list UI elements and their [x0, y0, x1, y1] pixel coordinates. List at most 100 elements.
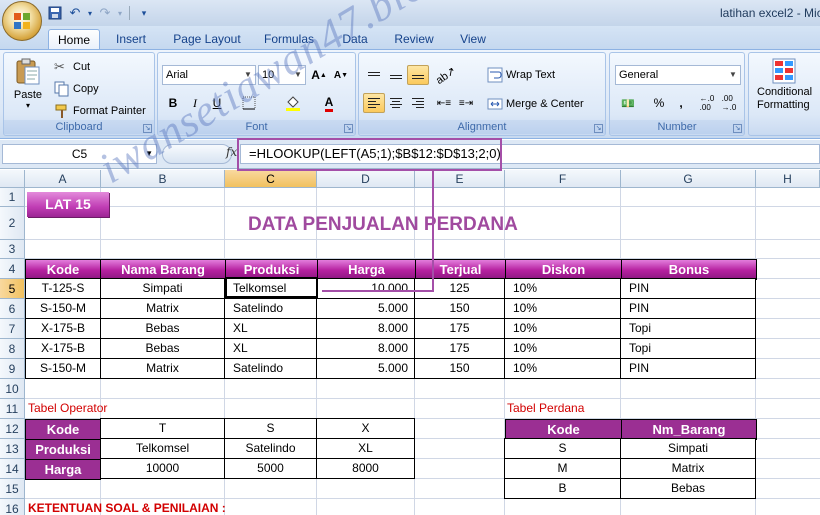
column-header-b[interactable]: B [101, 170, 225, 188]
cut-button[interactable]: ✂ Cut [54, 59, 90, 75]
office-button[interactable] [2, 1, 42, 41]
decrease-indent-button[interactable]: ⇤≡ [433, 93, 455, 113]
main-cell-r9-b[interactable]: Matrix [100, 358, 225, 379]
row-header-12[interactable]: 12 [0, 419, 25, 439]
undo-icon[interactable]: ↶ [66, 4, 84, 22]
align-center-button[interactable] [385, 93, 407, 113]
customize-qat-icon[interactable]: ▾ [135, 4, 153, 22]
row-header-1[interactable]: 1 [0, 188, 25, 207]
row-header-11[interactable]: 11 [0, 399, 25, 419]
font-color-button[interactable]: A [318, 93, 340, 113]
operator-cell-r14-d[interactable]: 8000 [316, 458, 415, 479]
row-header-7[interactable]: 7 [0, 319, 25, 339]
main-cell-r8-f[interactable]: 10% [504, 338, 621, 359]
increase-indent-button[interactable]: ≡⇥ [455, 93, 477, 113]
perdana-cell-r13-g[interactable]: Simpati [620, 438, 756, 459]
percent-style-button[interactable]: % [648, 93, 670, 113]
main-cell-r8-b[interactable]: Bebas [100, 338, 225, 359]
row-header-14[interactable]: 14 [0, 459, 25, 479]
wrap-text-button[interactable]: Wrap Text [487, 67, 555, 83]
bold-button[interactable]: B [162, 93, 184, 113]
font-family-select[interactable]: Arial ▼ [162, 65, 256, 85]
main-cell-r7-f[interactable]: 10% [504, 318, 621, 339]
main-cell-r9-a[interactable]: S-150-M [25, 358, 101, 379]
main-cell-r9-g[interactable]: PIN [620, 358, 756, 379]
tab-formulas[interactable]: Formulas [258, 29, 320, 49]
main-cell-r9-e[interactable]: 150 [414, 358, 505, 379]
row-header-4[interactable]: 4 [0, 259, 25, 279]
perdana-cell-r15-f[interactable]: B [504, 478, 621, 499]
save-icon[interactable] [46, 4, 64, 22]
main-cell-r7-e[interactable]: 175 [414, 318, 505, 339]
tab-insert[interactable]: Insert [108, 29, 154, 49]
tab-review[interactable]: Review [388, 29, 440, 49]
merge-center-button[interactable]: Merge & Center [487, 96, 584, 112]
conditional-formatting-button[interactable]: Conditional Formatting [757, 57, 812, 111]
paste-button[interactable]: Paste ▾ [10, 57, 46, 110]
paste-dropdown-icon[interactable]: ▾ [26, 102, 30, 110]
font-size-select[interactable]: 10 ▼ [258, 65, 306, 85]
align-right-button[interactable] [407, 93, 429, 113]
fill-color-button[interactable] [282, 93, 304, 113]
copy-button[interactable]: Copy [54, 81, 99, 97]
perdana-cell-r15-g[interactable]: Bebas [620, 478, 756, 499]
main-cell-r7-g[interactable]: Topi [620, 318, 756, 339]
worksheet-grid[interactable]: A B C D E F G H 1 2 3 4 5 6 7 8 9 10 11 12 13 14 15 16 … [0, 170, 820, 515]
align-middle-button[interactable] [385, 65, 407, 85]
column-header-h[interactable]: H [756, 170, 820, 188]
row-header-13[interactable]: 13 [0, 439, 25, 459]
main-cell-r9-f[interactable]: 10% [504, 358, 621, 379]
select-all-corner[interactable] [0, 170, 25, 188]
main-cell-r5-f[interactable]: 10% [504, 278, 621, 299]
main-cell-r6-g[interactable]: PIN [620, 298, 756, 319]
main-cell-r8-d[interactable]: 8.000 [316, 338, 415, 359]
row-header-2[interactable]: 2 [0, 207, 25, 240]
clipboard-launcher-icon[interactable]: ↘ [143, 124, 152, 133]
redo-icon[interactable]: ↷ [96, 4, 114, 22]
tab-home[interactable]: Home [48, 29, 100, 49]
borders-button[interactable] [238, 93, 260, 113]
format-painter-button[interactable]: Format Painter [54, 103, 146, 119]
operator-cell-r13-d[interactable]: XL [316, 438, 415, 459]
main-cell-r7-c[interactable]: XL [224, 318, 317, 339]
grow-font-button[interactable]: A ▲ [308, 65, 330, 85]
column-header-g[interactable]: G [621, 170, 756, 188]
operator-cell-r14-b[interactable]: 10000 [100, 458, 225, 479]
decrease-decimal-button[interactable]: .00 →.0 [718, 93, 740, 113]
align-left-button[interactable] [363, 93, 385, 113]
perdana-cell-r14-g[interactable]: Matrix [620, 458, 756, 479]
shrink-font-button[interactable]: A ▼ [330, 65, 352, 85]
number-format-select[interactable]: General ▼ [615, 65, 741, 85]
main-cell-r9-c[interactable]: Satelindo [224, 358, 317, 379]
main-cell-r6-a[interactable]: S-150-M [25, 298, 101, 319]
tab-data[interactable]: Data [334, 29, 376, 49]
row-header-9[interactable]: 9 [0, 359, 25, 379]
column-header-a[interactable]: A [25, 170, 101, 188]
main-cell-r8-c[interactable]: XL [224, 338, 317, 359]
redo-dropdown-icon[interactable]: ▾ [116, 4, 124, 22]
alignment-launcher-icon[interactable]: ↘ [594, 124, 603, 133]
italic-button[interactable]: I [184, 93, 206, 113]
main-cell-r8-a[interactable]: X-175-B [25, 338, 101, 359]
align-top-button[interactable] [363, 65, 385, 85]
perdana-cell-r14-f[interactable]: M [504, 458, 621, 479]
row-header-6[interactable]: 6 [0, 299, 25, 319]
accounting-format-button[interactable]: 💵 [615, 93, 641, 113]
row-header-5[interactable]: 5 [0, 279, 25, 299]
main-cell-r9-d[interactable]: 5.000 [316, 358, 415, 379]
tab-view[interactable]: View [452, 29, 494, 49]
name-box[interactable]: C5 ▼ [2, 144, 157, 164]
main-cell-r6-b[interactable]: Matrix [100, 298, 225, 319]
main-cell-r6-e[interactable]: 150 [414, 298, 505, 319]
operator-cell-r14-c[interactable]: 5000 [224, 458, 317, 479]
row-header-15[interactable]: 15 [0, 479, 25, 499]
operator-cell-r12-c[interactable]: S [224, 418, 317, 439]
number-launcher-icon[interactable]: ↘ [733, 124, 742, 133]
row-header-3[interactable]: 3 [0, 240, 25, 259]
main-cell-r6-d[interactable]: 5.000 [316, 298, 415, 319]
main-cell-r7-b[interactable]: Bebas [100, 318, 225, 339]
undo-dropdown-icon[interactable]: ▾ [86, 4, 94, 22]
chevron-down-icon[interactable]: ▼ [145, 145, 153, 163]
main-cell-r8-g[interactable]: Topi [620, 338, 756, 359]
main-cell-r6-f[interactable]: 10% [504, 298, 621, 319]
